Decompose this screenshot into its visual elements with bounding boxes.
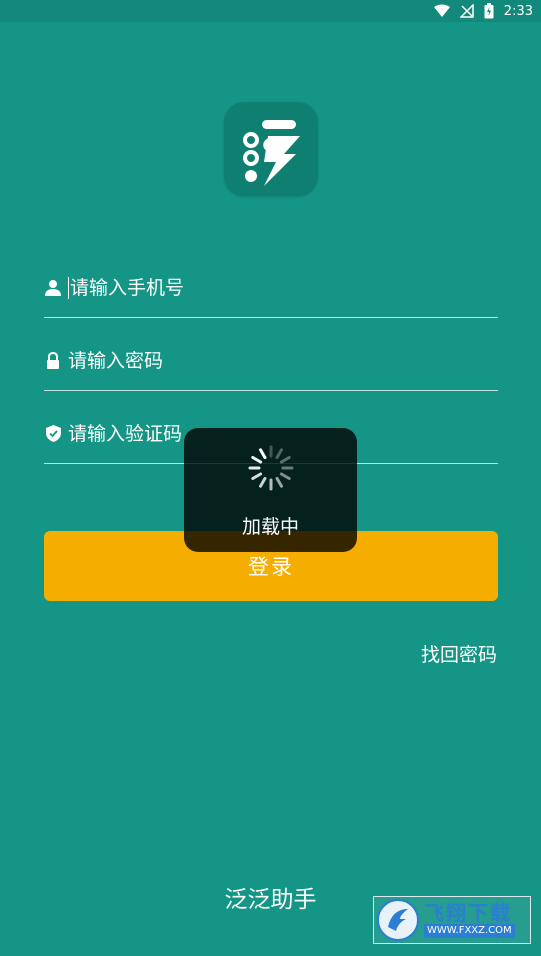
forgot-password-link[interactable]: 找回密码 bbox=[421, 640, 497, 667]
phone-input[interactable] bbox=[70, 276, 498, 299]
password-input[interactable] bbox=[68, 349, 498, 372]
shield-check-icon bbox=[44, 425, 62, 443]
watermark-url: WWW.FXXZ.COM bbox=[424, 924, 515, 938]
watermark-logo-icon bbox=[374, 897, 422, 943]
loading-dialog: 加载中 bbox=[184, 428, 357, 552]
no-signal-icon bbox=[459, 4, 474, 18]
watermark: 飞翔下载 WWW.FXXZ.COM bbox=[373, 896, 531, 944]
text-caret bbox=[68, 276, 69, 299]
status-bar: 2:33 bbox=[0, 0, 541, 22]
battery-charging-icon bbox=[484, 3, 494, 19]
clock: 2:33 bbox=[503, 3, 533, 19]
login-screen: 2:33 登录 找回密码 泛泛助 bbox=[0, 0, 541, 956]
wifi-icon bbox=[433, 4, 450, 18]
app-logo-icon bbox=[224, 102, 318, 196]
user-icon bbox=[44, 279, 62, 297]
phone-field[interactable] bbox=[44, 258, 498, 318]
spinner-icon bbox=[247, 444, 295, 496]
password-field[interactable] bbox=[44, 331, 498, 391]
watermark-title: 飞翔下载 bbox=[424, 901, 512, 925]
lock-icon bbox=[44, 352, 62, 370]
watermark-text: 飞翔下载 WWW.FXXZ.COM bbox=[424, 902, 515, 938]
loading-text: 加载中 bbox=[241, 516, 299, 538]
